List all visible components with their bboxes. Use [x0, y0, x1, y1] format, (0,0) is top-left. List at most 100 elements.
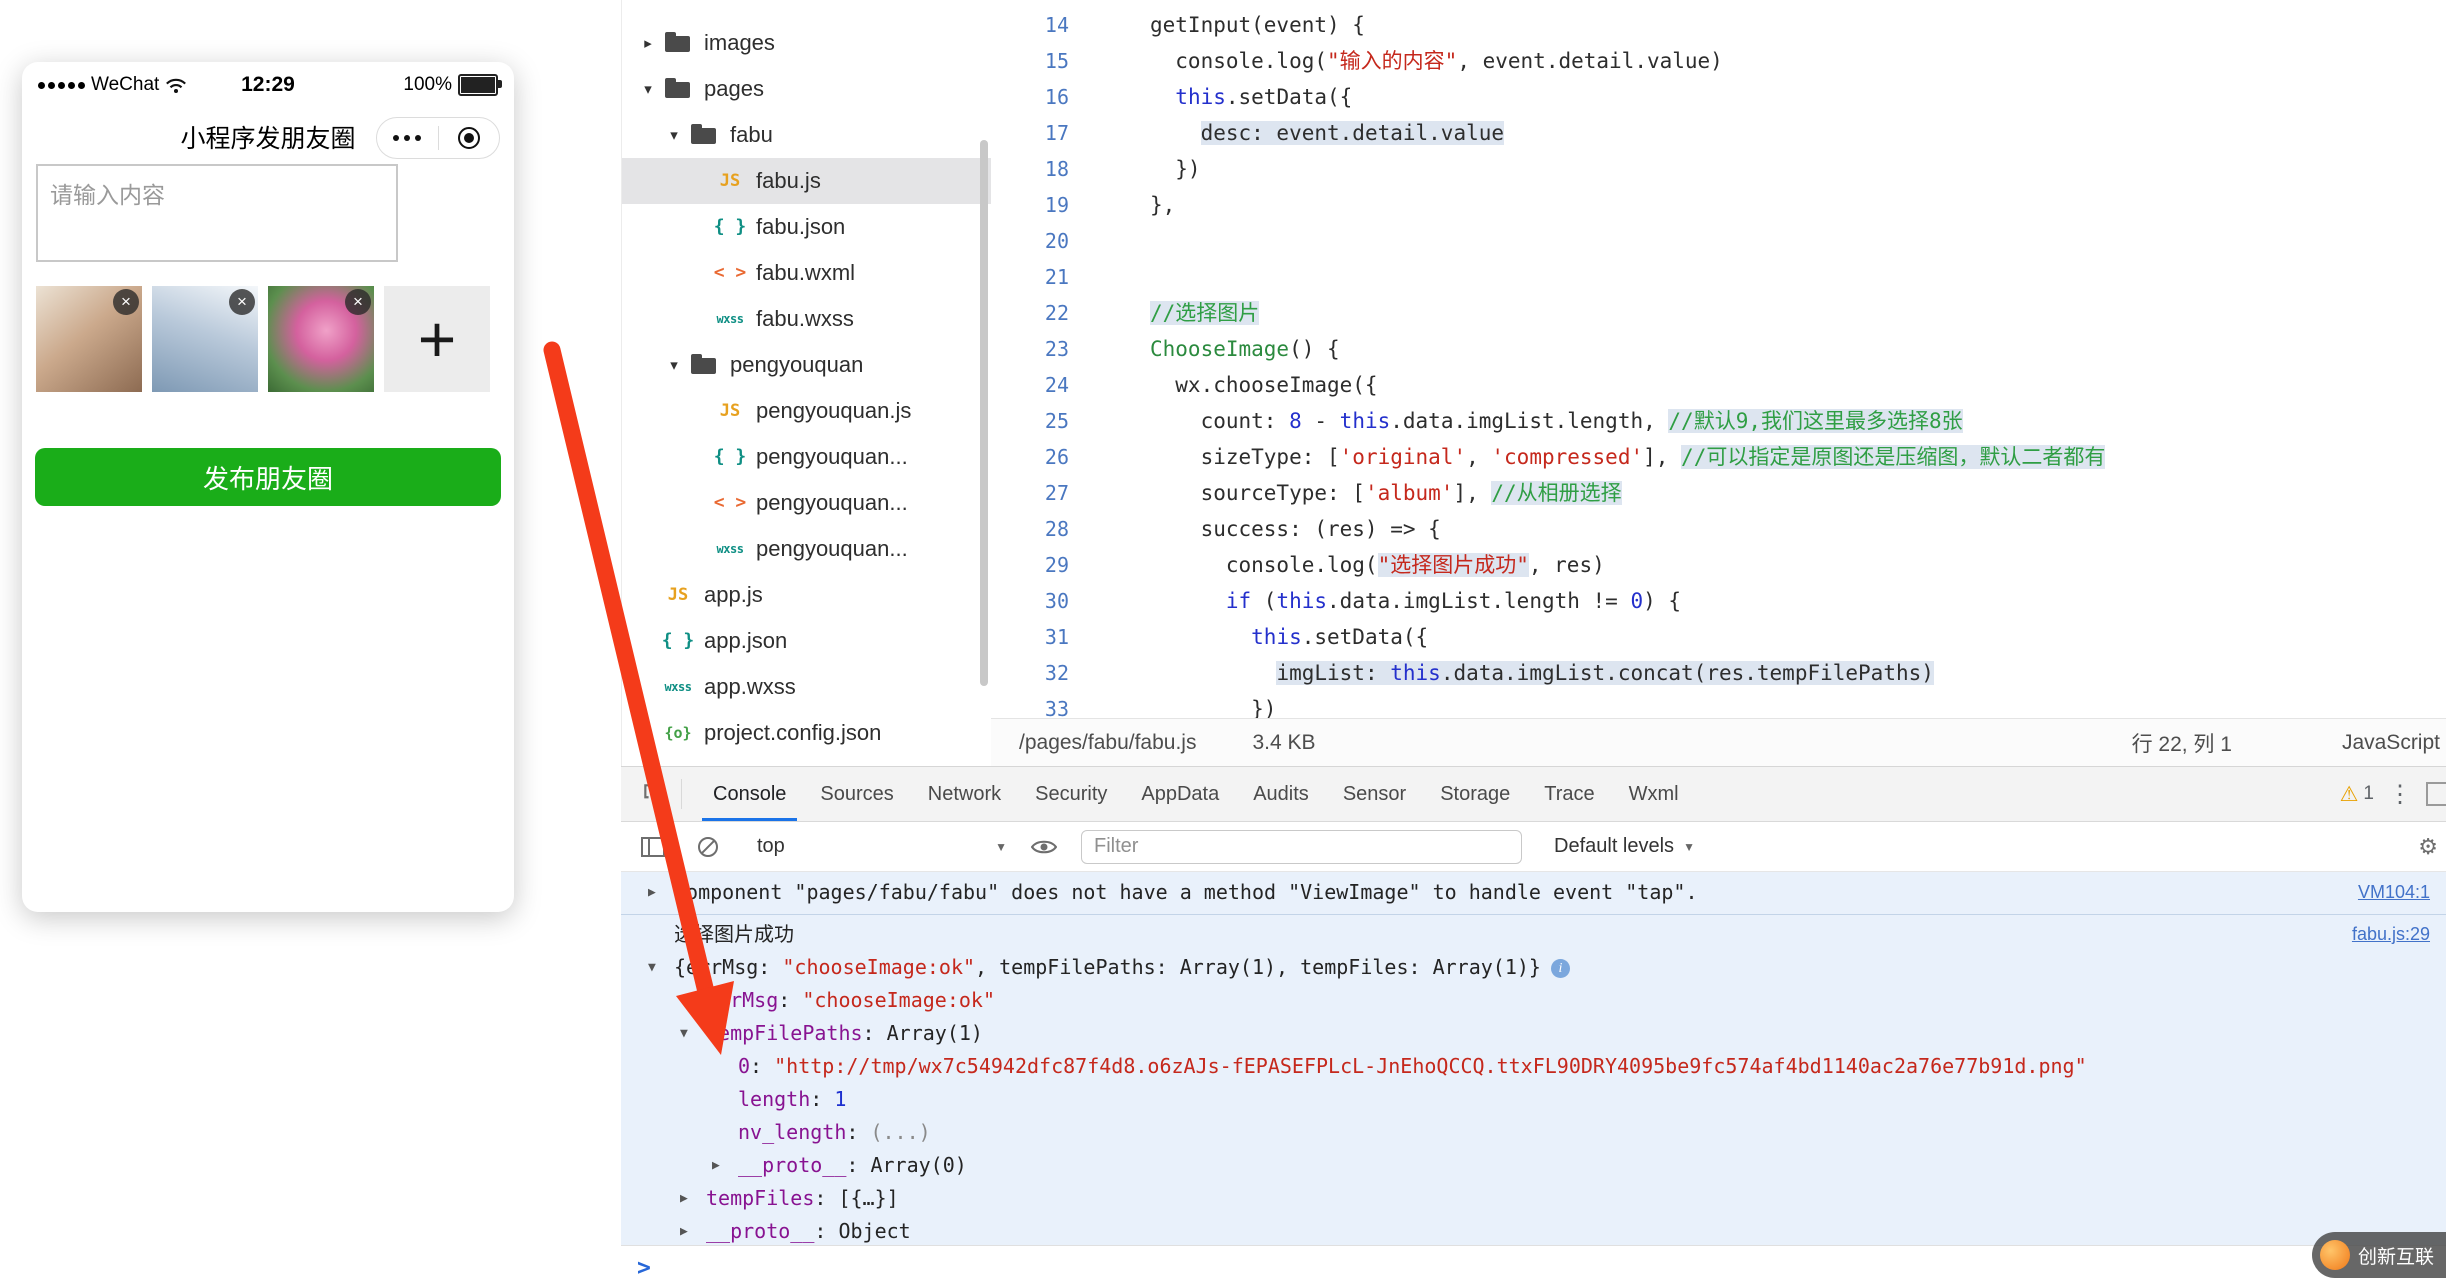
- post-text-input[interactable]: [38, 166, 396, 260]
- source-link[interactable]: VM104:1: [2358, 876, 2430, 909]
- chevron-down-icon[interactable]: ▾: [662, 356, 686, 374]
- tree-item-pengyouquan-js[interactable]: JS pengyouquan.js: [622, 388, 991, 434]
- info-icon[interactable]: i: [1550, 959, 1570, 978]
- tree-item-app-wxss[interactable]: wxss app.wxss: [622, 664, 991, 710]
- tree-item-app-js[interactable]: JS app.js: [622, 572, 991, 618]
- tree-item-pages[interactable]: ▾ pages: [622, 66, 991, 112]
- code-line: 25 count: 8 - this.data.imgList.length, …: [991, 403, 2446, 439]
- tree-item-fabu-wxss[interactable]: wxss fabu.wxss: [622, 296, 991, 342]
- tab-wxml[interactable]: Wxml: [1612, 767, 1696, 821]
- console-text: "http://tmp/wx7c54942dfc87f4d8.o6zAJs-fE…: [774, 1054, 2087, 1078]
- chevron-right-icon[interactable]: ▶: [648, 876, 656, 909]
- tab-security[interactable]: Security: [1018, 767, 1124, 821]
- code-token: .data.imgList.length,: [1390, 409, 1669, 433]
- chevron-down-icon[interactable]: ▾: [662, 126, 686, 144]
- more-menu-button[interactable]: [377, 135, 438, 141]
- log-levels-selector[interactable]: Default levels ▼: [1554, 835, 1695, 858]
- file-name-label: pengyouquan...: [756, 536, 908, 561]
- tree-item-fabu-js[interactable]: JS fabu.js: [622, 158, 991, 204]
- tab-sensor[interactable]: Sensor: [1326, 767, 1423, 821]
- tree-item-pengyouquan-[interactable]: { } pengyouquan...: [622, 434, 991, 480]
- code-line: 24 wx.chooseImage({: [991, 367, 2446, 403]
- folder-icon: [660, 20, 696, 66]
- eye-icon[interactable]: [1023, 838, 1065, 856]
- chevron-right-icon[interactable]: ▶: [712, 1149, 720, 1182]
- code-token: 'compressed': [1491, 445, 1644, 469]
- code-area[interactable]: 14 getInput(event) {15 console.log("输入的内容…: [991, 0, 2446, 718]
- clock-label: 12:29: [241, 73, 295, 96]
- close-mini-program-button[interactable]: [439, 127, 500, 149]
- remove-image-icon[interactable]: ×: [345, 289, 371, 315]
- code-token: sizeType: [: [1150, 445, 1340, 469]
- image-thumbnails: × × × +: [36, 286, 490, 392]
- wxss-icon: wxss: [664, 680, 692, 694]
- tree-item-app-json[interactable]: { } app.json: [622, 618, 991, 664]
- code-text: sizeType: ['original', 'compressed'], //…: [1091, 439, 2106, 475]
- battery-icon: [457, 74, 502, 96]
- tab-trace[interactable]: Trace: [1527, 767, 1611, 821]
- chevron-down-icon[interactable]: ▾: [636, 80, 660, 98]
- watermark-logo-icon: [2320, 1240, 2350, 1270]
- image-thumb-sky[interactable]: ×: [152, 286, 258, 392]
- tab-network[interactable]: Network: [911, 767, 1018, 821]
- code-token: ],: [1453, 481, 1492, 505]
- warning-counter[interactable]: ⚠ 1: [2340, 782, 2374, 807]
- image-thumb-flower[interactable]: ×: [268, 286, 374, 392]
- more-options-icon[interactable]: ⋮: [2388, 780, 2412, 809]
- inspect-element-icon[interactable]: [633, 781, 675, 807]
- chevron-down-icon[interactable]: ▼: [648, 951, 656, 984]
- code-token: () {: [1289, 337, 1340, 361]
- source-link[interactable]: fabu.js:29: [2352, 918, 2430, 951]
- tree-item-fabu[interactable]: ▾ fabu: [622, 112, 991, 158]
- console-text: errMsg: [706, 988, 779, 1012]
- tab-sources[interactable]: Sources: [803, 767, 910, 821]
- image-thumb-person[interactable]: ×: [36, 286, 142, 392]
- console-sidebar-icon[interactable]: [633, 836, 673, 857]
- tree-item-images[interactable]: ▸ images: [622, 20, 991, 66]
- code-line: 17 desc: event.detail.value: [991, 115, 2446, 151]
- tree-item-fabu-wxml[interactable]: < > fabu.wxml: [622, 250, 991, 296]
- context-selector[interactable]: top ▼: [743, 835, 1007, 858]
- console-settings-icon[interactable]: ⚙: [2418, 834, 2438, 860]
- folder-icon: [686, 342, 722, 388]
- status-left: WeChat: [38, 74, 191, 96]
- code-token: .data.imgList.length !=: [1327, 589, 1631, 613]
- tree-item-pengyouquan[interactable]: ▾ pengyouquan: [622, 342, 991, 388]
- code-token: , event.detail.value): [1457, 49, 1723, 73]
- console-prompt[interactable]: >: [621, 1245, 2446, 1288]
- line-number: 28: [1044, 517, 1069, 541]
- chevron-right-icon[interactable]: ▸: [636, 34, 660, 52]
- line-number: 27: [1044, 481, 1069, 505]
- tree-item-project-config-json[interactable]: {o} project.config.json: [622, 710, 991, 756]
- tree-item-pengyouquan-[interactable]: wxss pengyouquan...: [622, 526, 991, 572]
- clear-console-icon[interactable]: [689, 836, 727, 858]
- tab-audits[interactable]: Audits: [1236, 767, 1326, 821]
- tree-item-pengyouquan-[interactable]: < > pengyouquan...: [622, 480, 991, 526]
- code-token: .setData({: [1225, 85, 1353, 109]
- tab-console[interactable]: Console: [696, 767, 803, 821]
- code-token: }): [1150, 157, 1201, 181]
- code-token: "选择图片成功": [1377, 553, 1529, 577]
- chevron-right-icon[interactable]: ▶: [680, 1215, 688, 1245]
- code-token: ],: [1643, 445, 1682, 469]
- tree-scrollbar[interactable]: [980, 140, 988, 686]
- add-image-button[interactable]: +: [384, 286, 490, 392]
- line-number: 26: [1044, 445, 1069, 469]
- tree-item-fabu-json[interactable]: { } fabu.json: [622, 204, 991, 250]
- chevron-right-icon[interactable]: ▶: [680, 1182, 688, 1215]
- devtools-tab-bar: Console Sources Network Security AppData Audi…: [621, 767, 2446, 822]
- ellipsis-icon: [391, 135, 424, 141]
- tab-appdata[interactable]: AppData: [1124, 767, 1236, 821]
- tab-storage[interactable]: Storage: [1423, 767, 1527, 821]
- remove-image-icon[interactable]: ×: [113, 289, 139, 315]
- phone-status-bar: WeChat 12:29 100%: [22, 62, 514, 108]
- publish-button[interactable]: 发布朋友圈: [35, 448, 501, 506]
- line-number: 18: [1044, 157, 1069, 181]
- remove-image-icon[interactable]: ×: [229, 289, 255, 315]
- dock-icon[interactable]: [2426, 782, 2446, 806]
- chevron-down-icon[interactable]: ▼: [680, 1017, 688, 1050]
- line-number: 31: [1044, 625, 1069, 649]
- folder-icon: [686, 112, 722, 158]
- console-filter-input[interactable]: [1081, 829, 1522, 864]
